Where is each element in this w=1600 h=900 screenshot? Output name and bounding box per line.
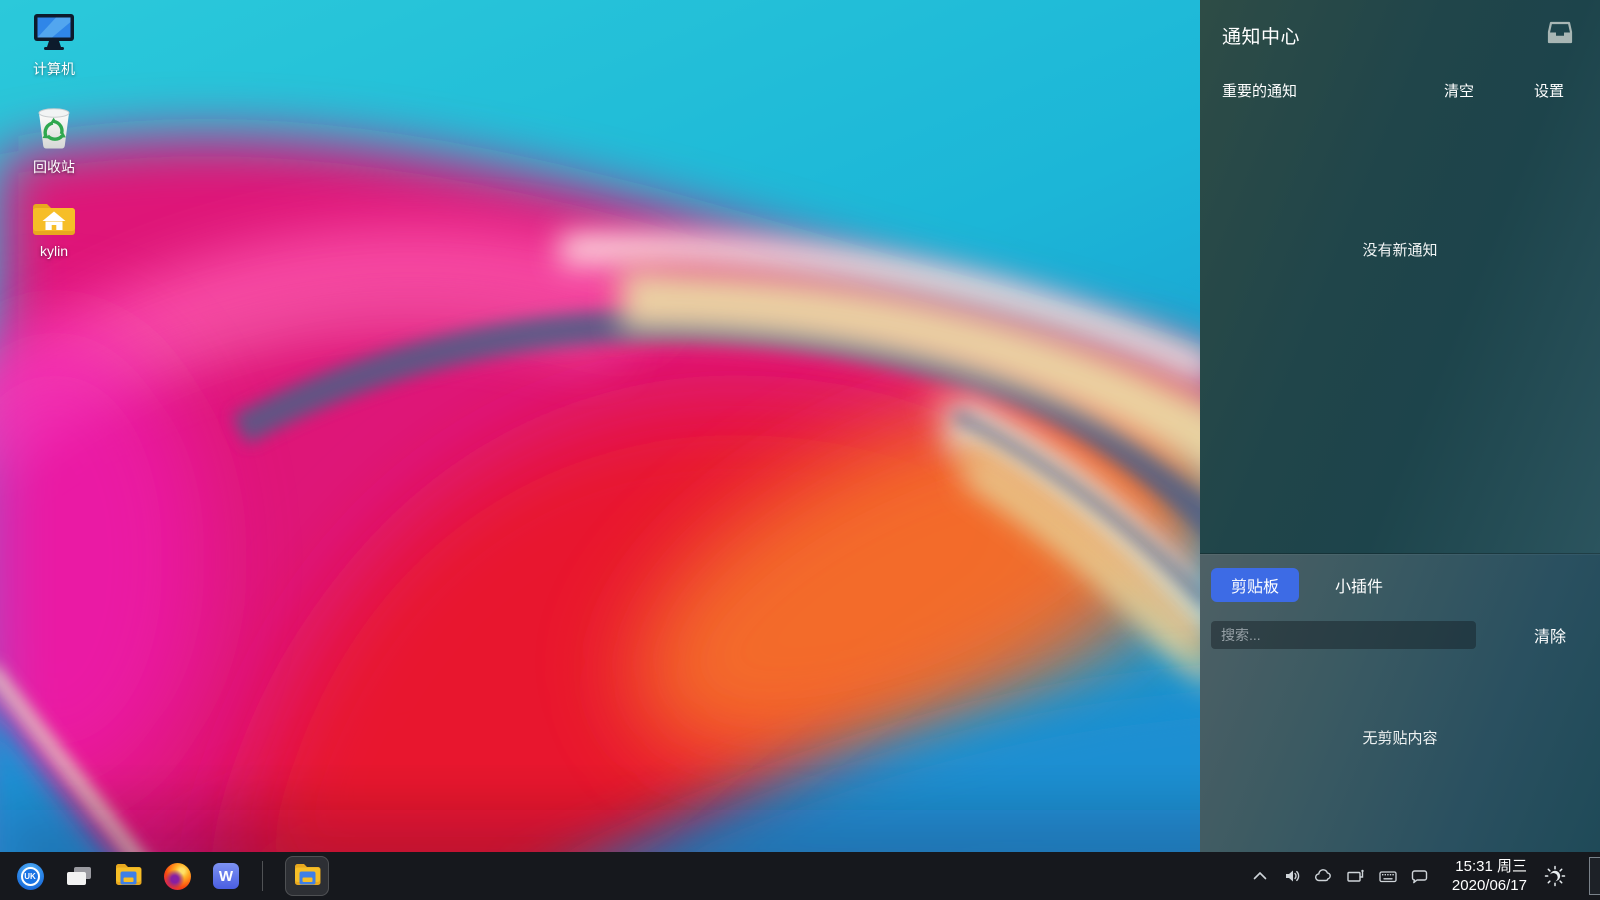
no-clipboard-text: 无剪贴内容 bbox=[1200, 727, 1600, 748]
clock-time: 15:31 周三 bbox=[1452, 857, 1527, 876]
home-folder-icon bbox=[31, 200, 77, 236]
tab-widgets[interactable]: 小插件 bbox=[1315, 568, 1403, 602]
desktop-screen: 计算机 bbox=[0, 0, 1600, 900]
tray-expand-chevron-icon[interactable] bbox=[1250, 866, 1270, 886]
show-desktop-button[interactable] bbox=[1589, 857, 1600, 895]
panel-title: 通知中心 bbox=[1222, 22, 1300, 49]
clear-notifications-button[interactable]: 清空 bbox=[1444, 80, 1474, 101]
wps-office-button[interactable]: W bbox=[212, 862, 240, 890]
desktop-icon-kylin-home[interactable]: kylin bbox=[14, 200, 94, 259]
cast-display-icon[interactable] bbox=[1346, 866, 1366, 886]
recycle-bin-icon bbox=[33, 104, 75, 150]
important-notifications-label: 重要的通知 bbox=[1222, 80, 1297, 101]
firefox-icon bbox=[164, 863, 191, 890]
notification-center-panel: 通知中心 重要的通知 清空 设置 没有新通知 剪贴板 bbox=[1200, 0, 1600, 852]
clipboard-section: 剪贴板 小插件 清除 无剪贴内容 bbox=[1200, 554, 1600, 852]
notification-section: 通知中心 重要的通知 清空 设置 没有新通知 bbox=[1200, 0, 1600, 554]
tab-clipboard[interactable]: 剪贴板 bbox=[1211, 568, 1299, 602]
firefox-button[interactable] bbox=[163, 862, 191, 890]
wps-icon: W bbox=[213, 863, 239, 889]
inbox-tray-icon[interactable] bbox=[1546, 20, 1574, 50]
start-menu-button[interactable]: UK bbox=[16, 862, 44, 890]
file-manager-button[interactable] bbox=[114, 862, 142, 890]
computer-monitor-icon bbox=[32, 12, 76, 52]
desktop-icon-label: 计算机 bbox=[33, 59, 75, 79]
sun-moon-icon[interactable] bbox=[1543, 864, 1567, 888]
task-view-button[interactable] bbox=[65, 862, 93, 890]
taskbar: UK W bbox=[0, 852, 1600, 900]
clipboard-search-input[interactable] bbox=[1211, 621, 1476, 649]
active-task-file-manager[interactable] bbox=[285, 856, 329, 896]
folder-icon bbox=[294, 862, 321, 890]
desktop-icon-label: 回收站 bbox=[33, 157, 75, 177]
cloud-icon[interactable] bbox=[1314, 866, 1334, 886]
task-view-icon bbox=[67, 867, 91, 885]
folder-icon bbox=[115, 862, 142, 890]
desktop-icon-recycle-bin[interactable]: 回收站 bbox=[14, 104, 94, 177]
no-notifications-text: 没有新通知 bbox=[1200, 239, 1600, 260]
clock[interactable]: 15:31 周三 2020/06/17 bbox=[1452, 857, 1527, 895]
clear-clipboard-button[interactable]: 清除 bbox=[1534, 623, 1566, 647]
keyboard-icon[interactable] bbox=[1378, 866, 1398, 886]
desktop-icon-label: kylin bbox=[40, 243, 68, 259]
message-icon[interactable] bbox=[1410, 866, 1430, 886]
clock-date: 2020/06/17 bbox=[1452, 876, 1527, 895]
uk-logo-icon: UK bbox=[17, 863, 44, 890]
volume-icon[interactable] bbox=[1282, 866, 1302, 886]
desktop-icon-computer[interactable]: 计算机 bbox=[14, 12, 94, 79]
notification-settings-button[interactable]: 设置 bbox=[1534, 80, 1564, 101]
clipboard-tabs: 剪贴板 小插件 bbox=[1211, 568, 1600, 602]
taskbar-divider bbox=[262, 861, 263, 891]
